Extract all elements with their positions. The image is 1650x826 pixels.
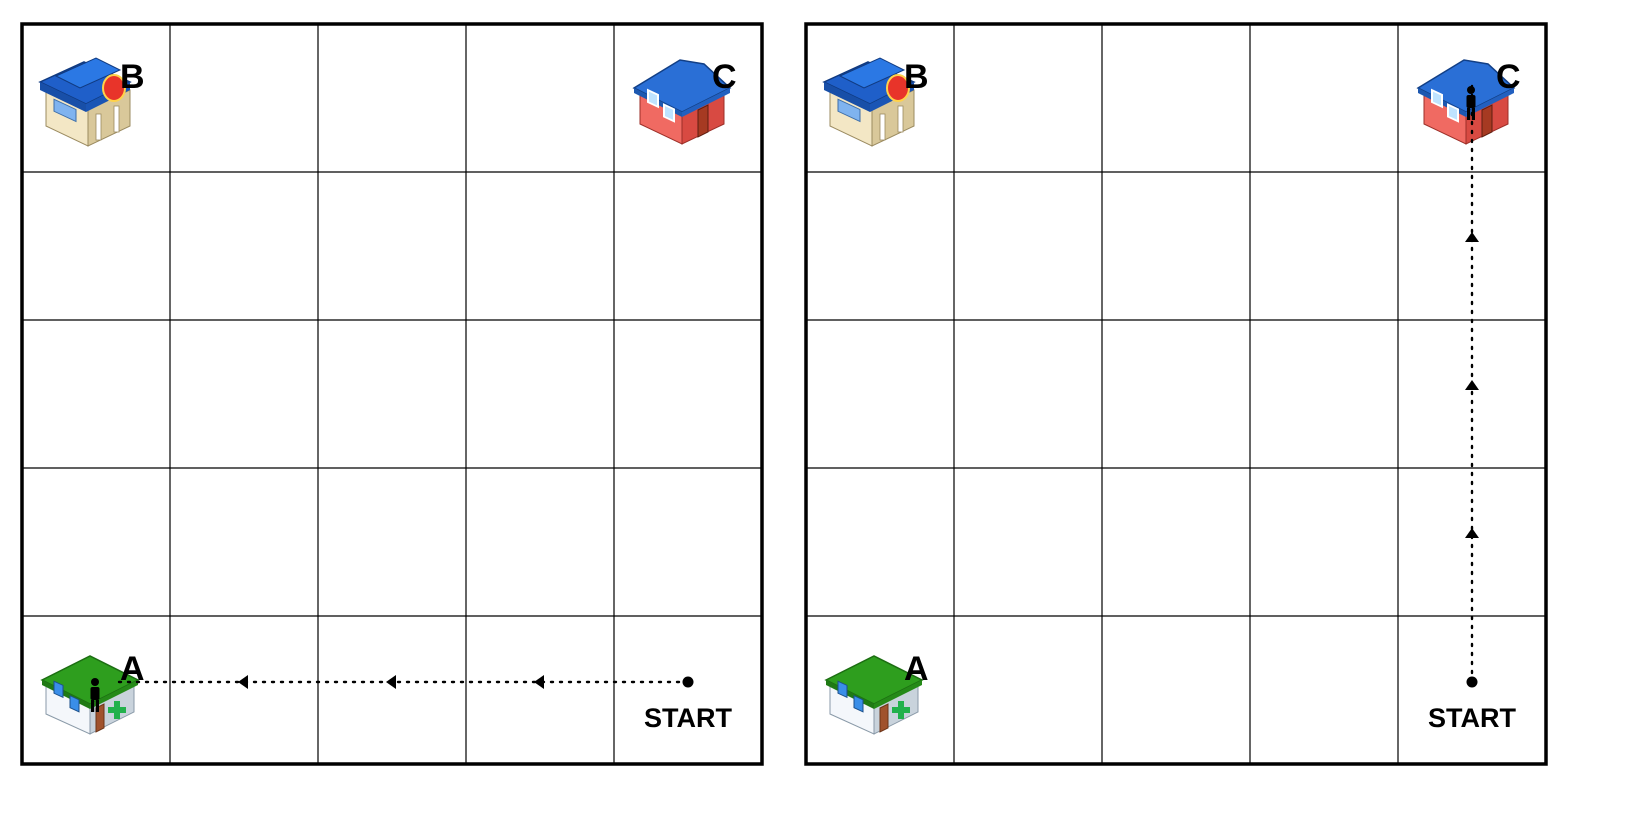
start-label: START	[644, 703, 732, 733]
route-arrow	[238, 675, 248, 689]
route-diagram: A B C START A B C START	[20, 22, 1548, 766]
left-grid-panel: A B C START	[20, 22, 764, 766]
start-dot	[682, 676, 694, 688]
place-label-B: B	[120, 58, 145, 96]
route-arrow	[386, 675, 396, 689]
place-label-A: A	[120, 650, 145, 688]
place-label-C: C	[712, 58, 737, 96]
route-arrow	[534, 675, 544, 689]
place-label-A: A	[904, 650, 929, 688]
start-dot	[1466, 676, 1478, 688]
place-label-B: B	[904, 58, 929, 96]
route-arrow	[1465, 380, 1479, 390]
building-shop-icon	[823, 57, 915, 147]
start-label: START	[1428, 703, 1516, 733]
right-grid-panel: A B C START	[804, 22, 1548, 766]
route-arrow	[1465, 232, 1479, 242]
building-shop-icon	[39, 57, 131, 147]
place-label-C: C	[1496, 58, 1521, 96]
route-arrow	[1465, 528, 1479, 538]
